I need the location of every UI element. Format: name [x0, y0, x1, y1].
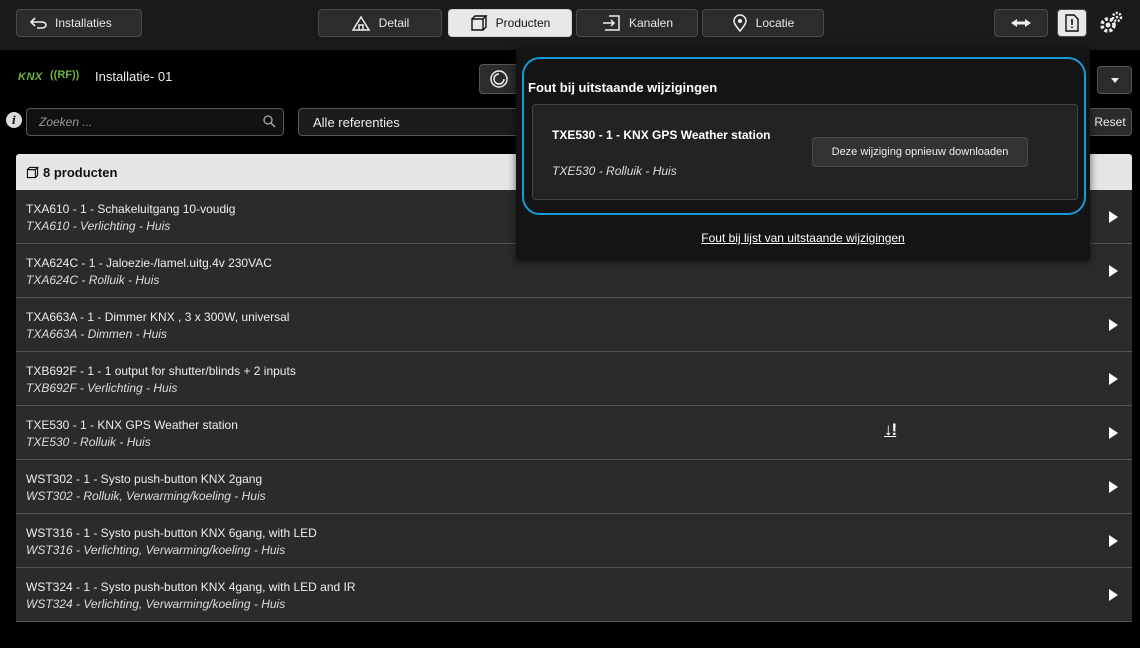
list-item-subtitle: WST316 - Verlichting, Verwarming/koeling…	[26, 543, 286, 557]
tab-producten[interactable]: Producten	[448, 9, 572, 37]
list-item[interactable]: WST316 - 1 - Systo push-button KNX 6gang…	[16, 514, 1132, 568]
knx-logo: KNX	[18, 71, 43, 83]
list-item-subtitle: WST324 - Verlichting, Verwarming/koeling…	[26, 597, 286, 611]
list-item-title: TXA663A - 1 - Dimmer KNX , 3 x 300W, uni…	[26, 310, 290, 324]
tab-kanalen[interactable]: Kanalen	[576, 9, 698, 37]
list-item[interactable]: WST302 - 1 - Systo push-button KNX 2gang…	[16, 460, 1132, 514]
reset-label: Reset	[1094, 115, 1126, 129]
chevron-right-icon[interactable]	[1109, 210, 1118, 228]
tab-detail[interactable]: Detail	[318, 9, 442, 37]
pending-changes-error-link-label: Fout bij lijst van uitstaande wijziginge…	[701, 231, 905, 245]
popover-item-title: TXE530 - 1 - KNX GPS Weather station	[552, 128, 771, 142]
connection-button[interactable]	[994, 9, 1048, 37]
list-item[interactable]: TXA663A - 1 - Dimmer KNX , 3 x 300W, uni…	[16, 298, 1132, 352]
list-item-subtitle: WST302 - Rolluik, Verwarming/koeling - H…	[26, 489, 266, 503]
chevron-right-icon[interactable]	[1109, 480, 1118, 498]
installation-name: Installatie- 01	[95, 69, 173, 84]
list-item-title: WST316 - 1 - Systo push-button KNX 6gang…	[26, 526, 317, 540]
tab-locatie-label: Locatie	[755, 16, 795, 30]
reference-select[interactable]: Alle referenties	[298, 108, 520, 136]
tab-locatie[interactable]: Locatie	[702, 9, 824, 37]
back-label: Installaties	[55, 16, 112, 30]
popover-title: Fout bij uitstaande wijzigingen	[528, 80, 718, 95]
box-icon	[470, 15, 488, 31]
list-item[interactable]: TXE530 - 1 - KNX GPS Weather station TXE5…	[16, 406, 1132, 460]
list-item-title: TXA624C - 1 - Jaloezie-/lamel.uitg.4v 23…	[26, 256, 272, 270]
list-item[interactable]: TXB692F - 1 - 1 output for shutter/blind…	[16, 352, 1132, 406]
redownload-button[interactable]: Deze wijziging opnieuw downloaden	[812, 137, 1028, 167]
search-placeholder: Zoeken ...	[39, 115, 93, 129]
location-pin-icon	[732, 14, 747, 32]
installation-dropdown-button[interactable]	[1097, 66, 1132, 94]
list-item-title: TXA610 - 1 - Schakeluitgang 10-voudig	[26, 202, 236, 216]
tab-producten-label: Producten	[495, 16, 551, 30]
chevron-right-icon[interactable]	[1109, 588, 1118, 606]
chevron-right-icon[interactable]	[1109, 372, 1118, 390]
top-bar: Installaties Detail Producten Kanalen Lo…	[0, 0, 1140, 50]
list-item-subtitle: TXB692F - Verlichting - Huis	[26, 381, 178, 395]
pending-changes-error-link[interactable]: Fout bij lijst van uitstaande wijziginge…	[516, 231, 1090, 245]
list-item-title: WST324 - 1 - Systo push-button KNX 4gang…	[26, 580, 356, 594]
tab-detail-label: Detail	[378, 16, 410, 30]
redownload-button-label: Deze wijziging opnieuw downloaden	[831, 146, 1009, 158]
list-item-subtitle: TXA663A - Dimmen - Huis	[26, 327, 167, 341]
chevron-down-icon	[1110, 77, 1119, 83]
list-item-subtitle: TXA610 - Verlichting - Huis	[26, 219, 171, 233]
popover-item-subtitle: TXE530 - Rolluik - Huis	[552, 164, 677, 178]
list-item-title: TXB692F - 1 - 1 output for shutter/blind…	[26, 364, 296, 378]
chevron-right-icon[interactable]	[1109, 534, 1118, 552]
home-icon	[351, 15, 370, 31]
box-icon	[26, 166, 39, 178]
product-count: 8 producten	[43, 164, 118, 180]
download-error-icon[interactable]: ↓!	[884, 420, 897, 440]
document-alert-icon	[1065, 14, 1079, 32]
chevron-right-icon[interactable]	[1109, 264, 1118, 282]
tab-kanalen-label: Kanalen	[628, 16, 674, 30]
sync-button[interactable]	[479, 64, 519, 94]
channel-icon	[602, 15, 620, 31]
settings-gear-icon[interactable]	[1098, 11, 1124, 40]
list-item-subtitle: TXE530 - Rolluik - Huis	[26, 435, 151, 449]
chevron-right-icon[interactable]	[1109, 426, 1118, 444]
pending-changes-button[interactable]	[1057, 9, 1087, 37]
back-arrow-icon	[29, 17, 47, 29]
search-icon	[263, 115, 276, 128]
connection-icon	[1011, 19, 1031, 27]
back-button[interactable]: Installaties	[16, 9, 142, 37]
rf-logo: ((RF))	[50, 69, 80, 81]
list-item-title: WST302 - 1 - Systo push-button KNX 2gang	[26, 472, 263, 486]
list-item[interactable]: WST324 - 1 - Systo push-button KNX 4gang…	[16, 568, 1132, 622]
list-item-subtitle: TXA624C - Rolluik - Huis	[26, 273, 160, 287]
info-icon[interactable]: i	[6, 112, 22, 128]
list-item-title: TXE530 - 1 - KNX GPS Weather station	[26, 418, 238, 432]
search-input[interactable]: Zoeken ...	[26, 108, 284, 136]
reset-button[interactable]: Reset	[1088, 108, 1132, 136]
chevron-right-icon[interactable]	[1109, 318, 1118, 336]
sync-icon	[490, 70, 508, 88]
reference-select-value: Alle referenties	[313, 114, 400, 130]
